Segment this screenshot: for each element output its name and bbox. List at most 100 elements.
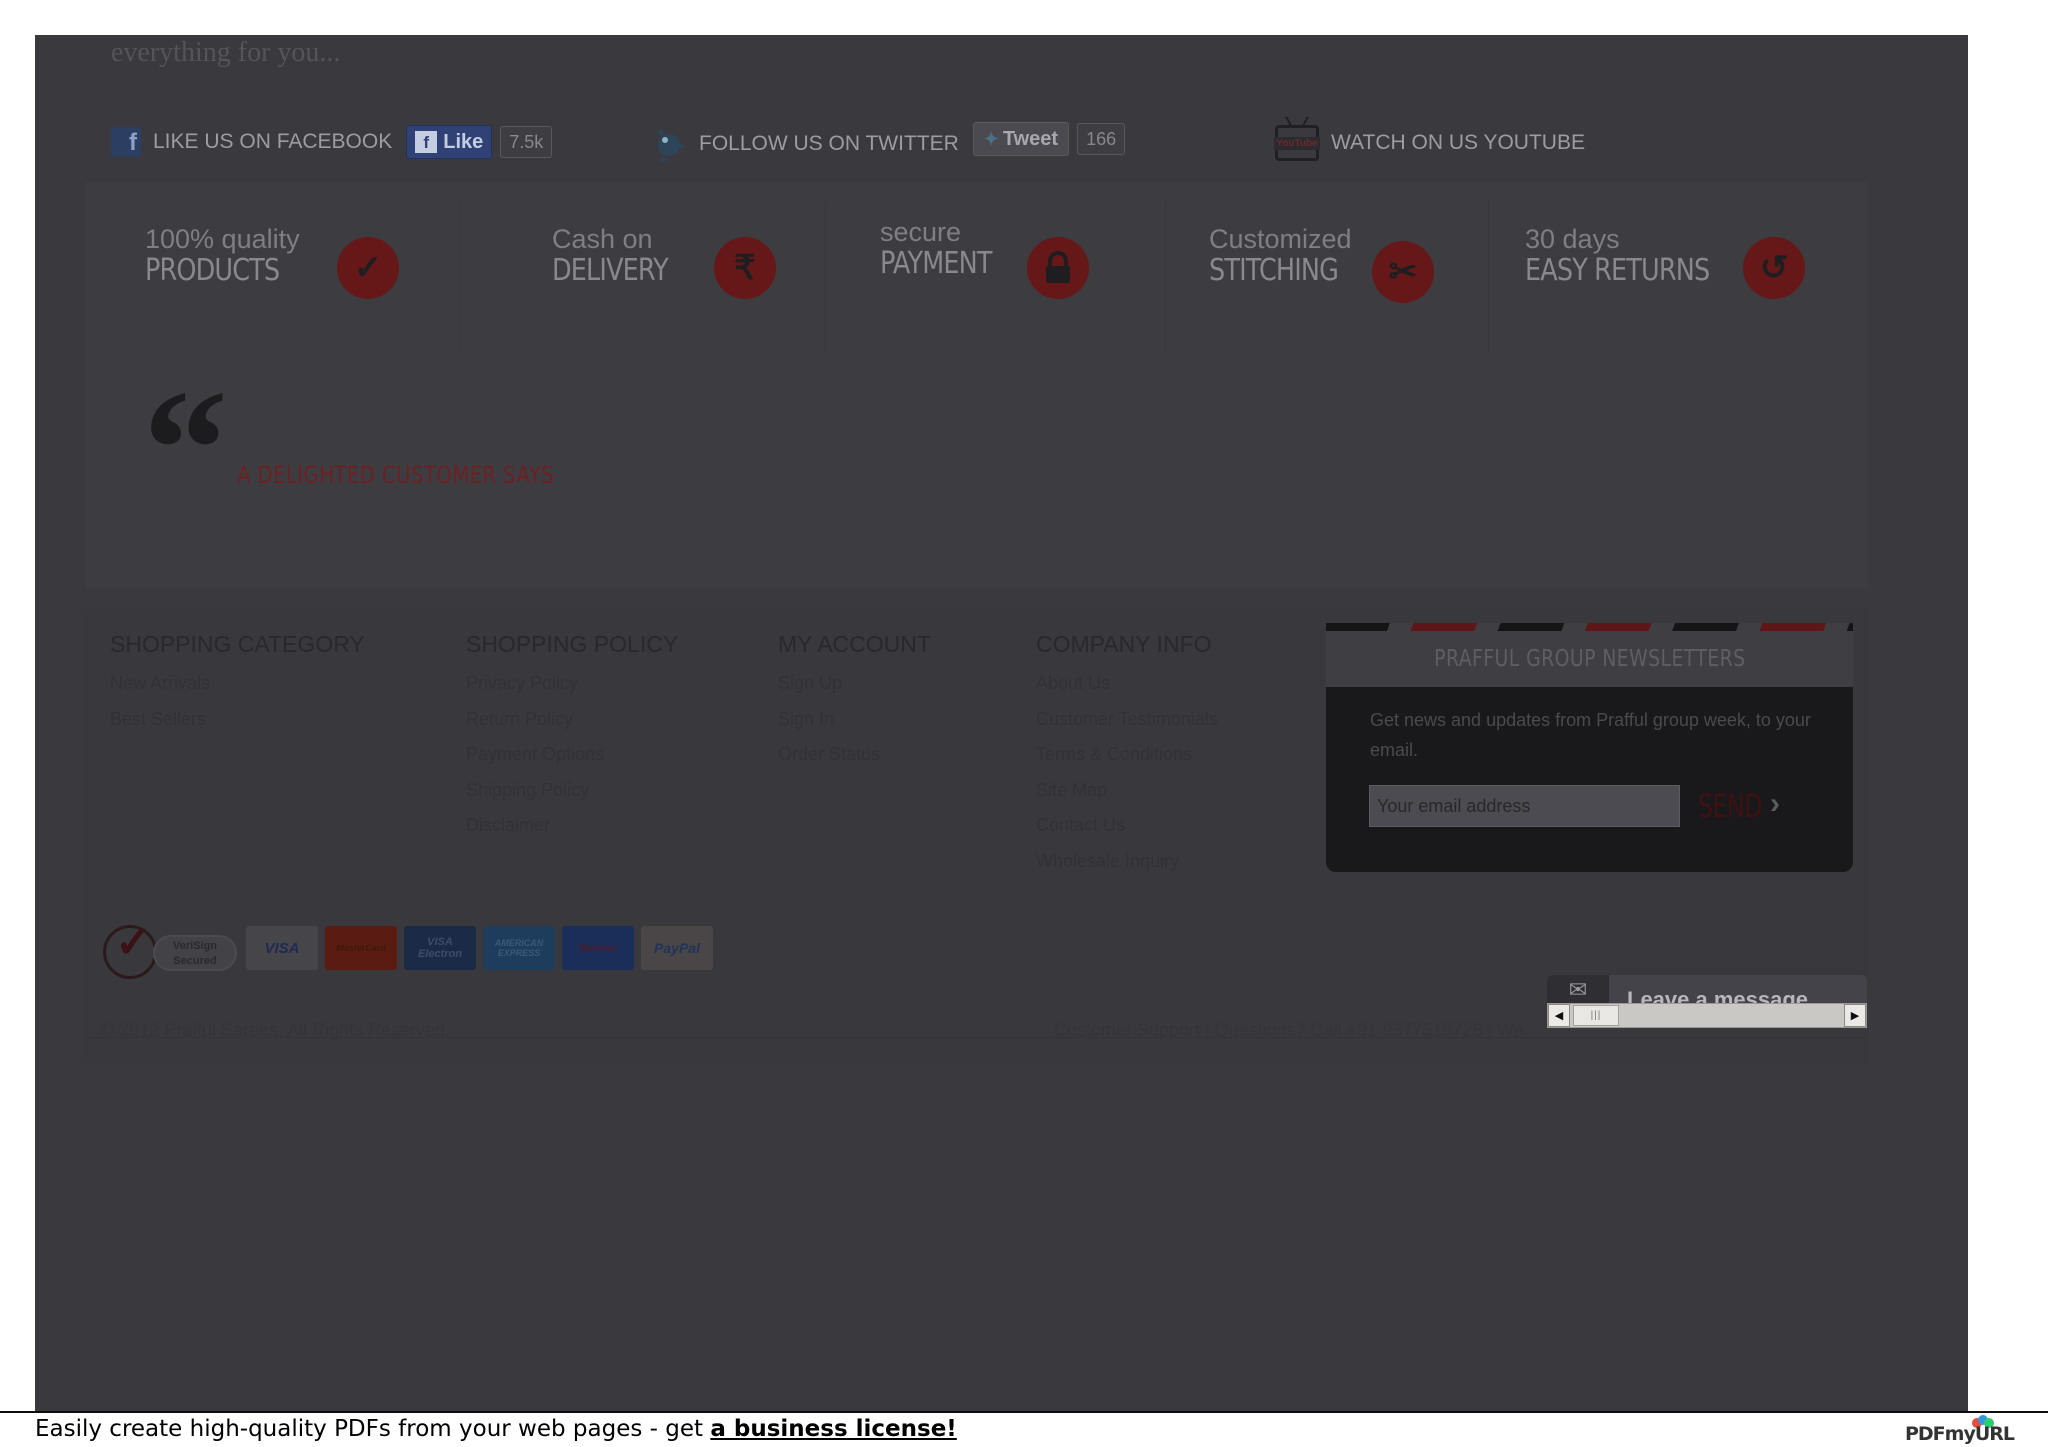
verisign-check-icon: ✓ [115,918,152,967]
facebook-row: f LIKE US ON FACEBOOK f Like 7.5k [111,125,553,159]
horizontal-scrollbar[interactable]: ◀ ||| ▶ [1547,1003,1867,1028]
feature-big-text: STITCHING [1209,253,1339,288]
features-panel: 100% quality PRODUCTS ✓ Cash on DELIVERY… [85,182,1868,589]
divider [1488,202,1489,352]
footer-col-company-info: COMPANY INFO About Us Customer Testimoni… [1036,631,1218,879]
footer-col-title: MY ACCOUNT [778,631,931,657]
youtube-tv-icon[interactable]: YouTube [1274,125,1320,161]
chevron-right-icon[interactable]: › [1770,787,1780,821]
payment-logos: ✓ VeriSign Secured VISA MasterCard VISA … [103,917,713,979]
footer-link-sign-up[interactable]: Sign Up [778,666,931,702]
feature-small-text: 100% quality [145,224,300,254]
footer-col-shopping-category: SHOPPING CATEGORY New Arrivals Best Sell… [110,631,365,737]
tweet-label: Tweet [1002,127,1059,150]
twitter-bird-icon[interactable] [649,125,687,163]
feature-big-text: PAYMENT [880,246,992,281]
footer-link-sign-in[interactable]: Sign In [778,702,931,738]
feature-big-text: EASY RETURNS [1525,253,1710,288]
footer-col-title: COMPANY INFO [1036,631,1212,657]
footer-link-best-sellers[interactable]: Best Sellers [110,702,365,738]
divider [1165,202,1166,352]
newsletter-header: PRAFFUL GROUP NEWSLETTERS [1326,623,1853,687]
footer-link-order-status[interactable]: Order Status [778,737,931,773]
return-icon: ↺ [1743,237,1805,299]
feature-stitching: Customized STITCHING [1209,224,1361,344]
visa-logo: VISA [246,926,318,970]
scroll-thumb[interactable]: ||| [1573,1005,1619,1026]
tagline: everything for you... [111,37,341,68]
facebook-like-count: 7.5k [500,126,553,158]
banner-message: Easily create high-quality PDFs from you… [35,1416,711,1442]
footer-col-shopping-policy: SHOPPING POLICY Privacy Policy Return Po… [466,631,678,844]
visa-electron-logo: VISA Electron [404,926,476,970]
footer-col-title: SHOPPING CATEGORY [110,631,365,657]
mastercard-logo: MasterCard [325,926,397,970]
facebook-f-icon: f [415,131,438,153]
business-license-link[interactable]: a business license! [710,1416,956,1442]
footer-link-about-us[interactable]: About Us [1036,666,1218,702]
feature-small-text: Customized [1209,224,1352,254]
verisign-text: VeriSign Secured [153,935,237,971]
facebook-like-button[interactable]: f Like [406,125,493,159]
verisign-logo: ✓ VeriSign Secured [103,917,239,979]
footer-col-my-account: MY ACCOUNT Sign Up Sign In Order Status [778,631,931,773]
feature-returns: 30 days EASY RETURNS [1525,224,1742,344]
lock-icon [1027,237,1089,299]
newsletter-send-button[interactable]: SEND [1698,787,1763,825]
feature-quality: 100% quality PRODUCTS [145,224,303,344]
testimonial-heading: A DELIGHTED CUSTOMER SAYS [237,461,555,489]
scissors-icon: ✂ [1372,241,1434,303]
footer-link-new-arrivals[interactable]: New Arrivals [110,666,365,702]
newsletter-box: PRAFFUL GROUP NEWSLETTERS Get news and u… [1326,623,1853,872]
footer-link-terms[interactable]: Terms & Conditions [1036,737,1218,773]
quote-icon: “ [143,355,228,543]
twitter-row: FOLLOW US ON TWITTER ✦ Tweet 166 [649,122,1126,163]
scroll-left-icon[interactable]: ◀ [1548,1004,1570,1027]
footer-link-contact-us[interactable]: Contact Us [1036,808,1218,844]
footer-link-shipping-policy[interactable]: Shipping Policy [466,773,678,809]
scroll-right-icon[interactable]: ▶ [1844,1004,1866,1027]
envelope-icon: ✉ [1547,975,1609,1005]
facebook-icon[interactable]: f [111,127,141,157]
newsletter-email-input[interactable] [1369,785,1680,827]
newsletter-stripes [1326,623,1853,631]
feature-small-text: 30 days [1525,224,1620,254]
customer-support-text: Customer Support | Questions? Call +91 9… [1054,1020,1524,1040]
footer-link-return-policy[interactable]: Return Policy [466,702,678,738]
twitter-label[interactable]: FOLLOW US ON TWITTER [699,132,959,156]
youtube-label[interactable]: WATCH ON US YOUTUBE [1331,131,1585,155]
tweet-button[interactable]: ✦ Tweet [972,122,1070,156]
feature-small-text: Cash on [552,224,653,254]
facebook-like-label: Like [443,130,484,153]
pdfmyurl-logo[interactable]: PDFmyURL [1905,1423,2015,1445]
copyright-text: © 2012 Prafful Sarees. All Rights Reserv… [101,1020,451,1040]
page-overlay: everything for you... f LIKE US ON FACEB… [35,35,1968,1411]
youtube-row: YouTube WATCH ON US YOUTUBE [1274,125,1599,161]
tweet-count: 166 [1077,123,1126,155]
divider [825,202,826,352]
divider [460,202,461,352]
footer-link-disclaimer[interactable]: Disclaimer [466,808,678,844]
facebook-label[interactable]: LIKE US ON FACEBOOK [153,130,392,154]
maestro-logo: Maestro [562,926,634,970]
banner-text: Easily create high-quality PDFs from you… [35,1416,957,1442]
check-icon: ✓ [337,237,399,299]
footer-link-site-map[interactable]: Site Map [1036,773,1218,809]
twitter-small-icon: ✦ [983,128,999,149]
footer-link-payment-options[interactable]: Payment Options [466,737,678,773]
amex-logo: AMERICAN EXPRESS [483,926,555,970]
newsletter-description: Get news and updates from Prafful group … [1370,710,1811,760]
feature-small-text: secure [880,217,962,247]
newsletter-title: PRAFFUL GROUP NEWSLETTERS [1433,646,1746,672]
footer-link-wholesale-inquiry[interactable]: Wholesale Inquiry [1036,844,1218,880]
footer-link-privacy-policy[interactable]: Privacy Policy [466,666,678,702]
rupee-icon: ₹ [714,237,776,299]
paypal-logo: PayPal [641,926,713,970]
footer-col-title: SHOPPING POLICY [466,631,679,657]
feature-big-text: DELIVERY [552,253,669,288]
footer-link-customer-testimonials[interactable]: Customer Testimonials [1036,702,1218,738]
feature-payment: secure PAYMENT [880,217,1011,337]
feature-cod: Cash on DELIVERY [552,224,688,344]
feature-big-text: PRODUCTS [145,253,280,288]
pdf-banner: Easily create high-quality PDFs from you… [0,1411,2048,1447]
